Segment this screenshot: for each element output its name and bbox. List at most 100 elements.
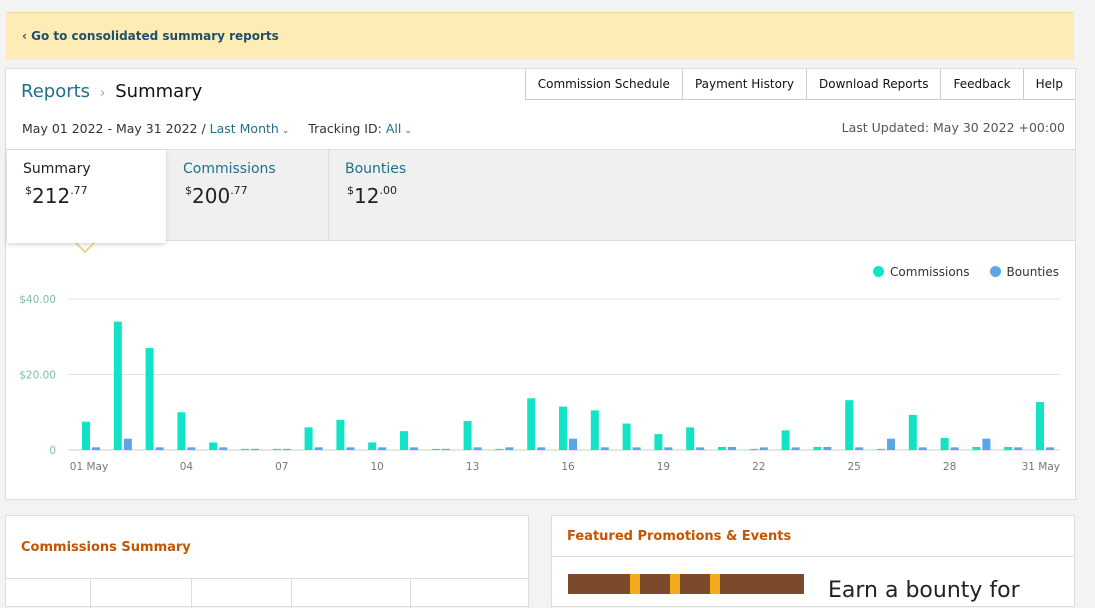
promotion-image[interactable] <box>568 574 804 594</box>
consolidated-summary-link[interactable]: ‹ Go to consolidated summary reports <box>22 29 279 43</box>
tab-summary[interactable]: Summary $212.77 <box>7 150 166 243</box>
commission-bar <box>622 423 631 450</box>
chevron-down-icon[interactable]: ⌄ <box>282 126 290 136</box>
x-tick-label: 31 May <box>1022 461 1060 473</box>
bounty-bar <box>251 448 259 450</box>
commission-bar <box>400 431 408 450</box>
commission-bar <box>1036 402 1044 450</box>
table-column-divider <box>191 578 192 608</box>
top-nav: Commission Schedule Payment History Down… <box>524 69 1075 100</box>
x-tick-label: 13 <box>466 461 479 473</box>
tab-label: Commissions <box>183 161 276 177</box>
tab-amount: $212.77 <box>25 184 88 208</box>
bounty-bar <box>410 447 418 450</box>
consolidated-banner: ‹ Go to consolidated summary reports <box>6 12 1074 60</box>
last-updated-text: Last Updated: May 30 2022 +00:00 <box>841 120 1065 135</box>
payment-history-tab[interactable]: Payment History <box>681 69 806 100</box>
commission-bar <box>145 348 154 450</box>
bounty-bar <box>950 447 959 450</box>
summary-card: Reports › Summary Commission Schedule Paym… <box>5 68 1076 500</box>
bounty-bar <box>282 448 291 450</box>
commission-bar <box>908 414 917 450</box>
featured-promotions-card: Featured Promotions & Events Earn a boun… <box>551 515 1075 607</box>
tab-commissions[interactable]: Commissions $200.77 <box>167 150 329 240</box>
commission-bar <box>718 446 726 450</box>
commission-bar <box>304 427 313 450</box>
breadcrumb-reports-link[interactable]: Reports <box>21 81 90 102</box>
date-range-text: May 01 2022 - May 31 2022 / <box>22 121 206 136</box>
bounty-bar <box>982 438 991 450</box>
table-divider <box>6 578 528 579</box>
legend-bounties[interactable]: Bounties <box>989 265 1059 279</box>
y-tick-label: 0 <box>49 445 56 457</box>
legend-commissions[interactable]: Commissions <box>873 265 970 279</box>
bounty-bar <box>918 447 927 450</box>
tracking-id-dropdown[interactable]: All <box>386 121 402 136</box>
commission-bar <box>559 406 567 450</box>
circle-icon <box>989 266 1001 277</box>
table-column-divider <box>410 578 411 608</box>
tab-bounties[interactable]: Bounties $12.00 <box>329 150 490 240</box>
x-tick-label: 07 <box>275 461 288 473</box>
x-tick-label: 28 <box>943 461 956 473</box>
y-tick-label: $40.00 <box>19 294 56 306</box>
bounty-bar <box>1014 447 1023 450</box>
download-reports-tab[interactable]: Download Reports <box>805 69 941 100</box>
commission-bar <box>845 400 854 450</box>
commission-schedule-tab[interactable]: Commission Schedule <box>524 69 682 100</box>
chevron-down-icon[interactable]: ⌄ <box>404 126 412 136</box>
commission-bar <box>463 420 472 450</box>
tab-amount: $200.77 <box>185 184 248 208</box>
breadcrumb: Reports › Summary <box>21 81 202 102</box>
bounty-bar <box>887 438 895 450</box>
bounty-bar <box>92 447 100 450</box>
featured-promotions-title: Featured Promotions & Events <box>567 529 792 544</box>
tab-amount: $12.00 <box>347 184 397 208</box>
commissions-summary-card: Commissions Summary <box>5 515 529 608</box>
commission-bar <box>686 427 695 450</box>
bounty-bar <box>473 447 482 450</box>
help-tab[interactable]: Help <box>1022 69 1075 100</box>
commission-bar <box>113 321 122 450</box>
bounty-bar <box>569 438 577 450</box>
bounty-bar <box>696 447 705 450</box>
promotion-teaser[interactable]: Earn a bounty for <box>828 578 1020 603</box>
feedback-tab[interactable]: Feedback <box>940 69 1023 100</box>
commission-bar <box>749 448 758 450</box>
commission-bar <box>527 398 536 450</box>
bounty-bar <box>823 446 832 450</box>
period-dropdown[interactable]: Last Month <box>210 121 279 136</box>
commission-bar <box>1004 446 1013 450</box>
filter-bar: May 01 2022 - May 31 2022 / Last Month ⌄ … <box>22 121 415 136</box>
bounty-bar <box>791 447 800 450</box>
bounty-bar <box>378 447 387 450</box>
bounty-bar <box>664 447 673 450</box>
x-tick-label: 16 <box>561 461 575 473</box>
commission-bar <box>177 412 186 450</box>
bounty-bar <box>728 446 736 450</box>
table-column-divider <box>90 578 91 608</box>
bounty-bar <box>537 447 546 450</box>
chart-legend: Commissions Bounties <box>873 265 1059 279</box>
x-tick-label: 22 <box>752 461 765 473</box>
earnings-bar-chart: $40.00 $20.00 0 01 May 04 07 10 13 16 19 22 25 28 31 … <box>19 294 1060 473</box>
bounty-bar <box>346 447 355 450</box>
bounty-bar <box>1046 447 1054 450</box>
commission-bar <box>940 437 949 450</box>
bounty-bar <box>123 438 132 450</box>
bounty-bar <box>219 447 228 450</box>
x-tick-label: 10 <box>371 461 384 473</box>
commission-bar <box>877 448 885 450</box>
commissions-summary-title: Commissions Summary <box>21 540 191 555</box>
commission-bar <box>590 410 599 450</box>
tab-label: Bounties <box>345 161 407 177</box>
commission-bar <box>654 434 663 450</box>
commission-bar <box>241 448 249 450</box>
bounty-bar <box>155 447 164 450</box>
commission-bar <box>272 448 281 450</box>
commission-bar <box>209 442 218 450</box>
x-tick-label: 19 <box>657 461 670 473</box>
bounty-bar <box>855 447 864 450</box>
bounty-bar <box>505 447 514 450</box>
chevron-right-icon: › <box>100 86 106 101</box>
